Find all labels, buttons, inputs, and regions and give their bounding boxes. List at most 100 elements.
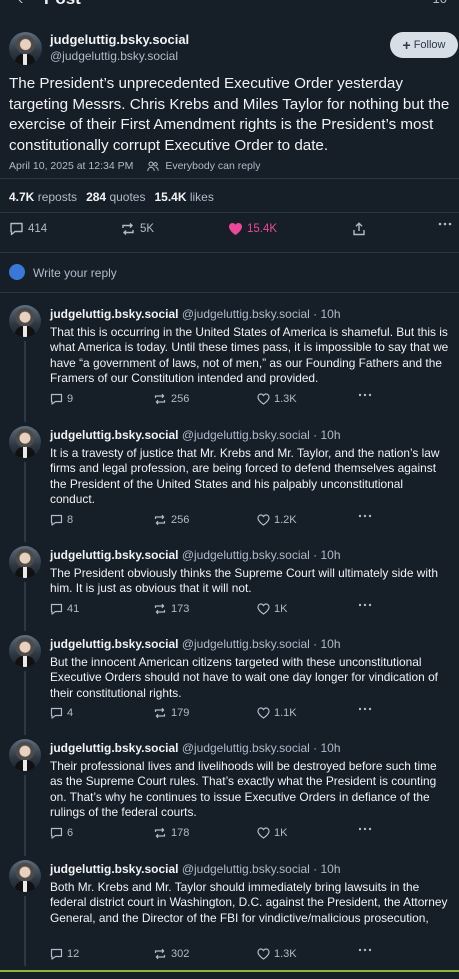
repost-button[interactable]: 173 [153, 603, 189, 615]
bottom-accent-bar [0, 970, 459, 972]
reply-icon [50, 393, 63, 405]
display-name[interactable]: judgeluttig.bsky.social [50, 428, 178, 442]
reply-placeholder: Write your reply [33, 266, 117, 280]
avatar[interactable] [9, 305, 41, 337]
repost-button[interactable]: 179 [153, 707, 189, 719]
post-text: The President’s unprecedented Executive … [9, 75, 450, 154]
plus-icon: + [402, 37, 411, 53]
reply-button[interactable]: 8 [50, 514, 73, 526]
handle-time: @judgeluttig.bsky.social · 10h [181, 637, 341, 651]
reply-icon [50, 514, 63, 526]
reply-button[interactable]: 6 [50, 827, 73, 839]
more-options-button[interactable] [358, 827, 372, 831]
post-timestamp: April 10, 2025 at 12:34 PM [9, 160, 134, 172]
more-icon [358, 948, 372, 951]
reply-text: Their professional lives and livelihoods… [50, 759, 437, 820]
reply-actions: 41 173 1K [50, 603, 390, 617]
reply-button[interactable]: 414 [9, 222, 47, 236]
repost-icon [122, 223, 134, 235]
reposts-stat[interactable]: 4.7K reposts [9, 190, 77, 204]
like-button[interactable]: 1K [257, 827, 287, 839]
reply-icon [10, 222, 23, 236]
reply-button[interactable]: 41 [50, 603, 79, 615]
thread-line [24, 582, 26, 631]
thread-line [24, 462, 26, 542]
more-icon [438, 222, 452, 226]
repost-button[interactable]: 5K [120, 222, 154, 236]
reply-count: 414 [28, 223, 48, 235]
display-name[interactable]: judgeluttig.bsky.social [50, 548, 178, 562]
more-options-button[interactable] [358, 514, 372, 518]
like-button[interactable]: 15.4K [228, 222, 277, 236]
repost-button[interactable]: 178 [153, 827, 189, 839]
avatar[interactable] [9, 635, 41, 667]
repost-icon [154, 707, 166, 719]
repost-icon [154, 514, 166, 525]
like-button[interactable]: 1.1K [257, 707, 297, 719]
more-options-button[interactable] [358, 707, 372, 711]
follow-button[interactable]: + Follow [390, 32, 458, 58]
reply-button[interactable]: 4 [50, 707, 73, 719]
reply-header: judgeluttig.bsky.social @judgeluttig.bsk… [50, 307, 341, 321]
avatar[interactable] [9, 546, 41, 578]
reply-button[interactable]: 12 [50, 948, 79, 960]
handle-time: @judgeluttig.bsky.social · 10h [181, 307, 341, 321]
user-avatar [9, 264, 25, 280]
handle[interactable]: @judgeluttig.bsky.social [50, 49, 178, 63]
repost-icon [154, 948, 166, 959]
post-actions: 414 5K 15.4K [0, 222, 459, 244]
divider [0, 212, 459, 213]
reply-header: judgeluttig.bsky.social @judgeluttig.bsk… [50, 741, 341, 755]
handle-time: @judgeluttig.bsky.social · 10h [181, 428, 341, 442]
reply-button[interactable]: 9 [50, 393, 73, 405]
reply-text: That this is occurring in the United Sta… [50, 325, 449, 386]
reply-icon [50, 827, 63, 839]
divider [0, 178, 459, 179]
repost-button[interactable]: 302 [153, 948, 189, 960]
reply-header: judgeluttig.bsky.social @judgeluttig.bsk… [50, 428, 341, 442]
reply-text: It is a travesty of justice that Mr. Kre… [50, 446, 440, 507]
reply-composer[interactable]: Write your reply [0, 262, 459, 282]
more-icon [358, 603, 372, 606]
avatar[interactable] [9, 739, 41, 771]
display-name[interactable]: judgeluttig.bsky.social [50, 637, 178, 651]
more-options-button[interactable] [438, 222, 452, 226]
reply-actions: 12 302 1.3K [50, 948, 390, 962]
avatar[interactable] [9, 32, 42, 65]
display-name[interactable]: judgeluttig.bsky.social [50, 862, 178, 876]
quotes-stat[interactable]: 284 quotes [86, 190, 145, 204]
people-icon [147, 161, 160, 172]
repost-icon [154, 603, 166, 614]
handle-time: @judgeluttig.bsky.social · 10h [181, 741, 341, 755]
more-options-button[interactable] [358, 948, 372, 952]
heart-icon [229, 223, 242, 235]
page-title: Post [44, 0, 81, 9]
repost-button[interactable]: 256 [153, 514, 189, 526]
like-button[interactable]: 1.3K [257, 393, 297, 405]
repost-button[interactable]: 256 [153, 393, 189, 405]
arrow-left-icon[interactable]: ‹ [18, 0, 23, 9]
more-options-button[interactable] [358, 393, 372, 397]
like-button[interactable]: 1.2K [257, 514, 297, 526]
like-button[interactable]: 1.3K [257, 948, 297, 960]
reply-actions: 6 178 1K [50, 827, 390, 841]
avatar[interactable] [9, 860, 41, 892]
share-button[interactable] [352, 222, 366, 236]
display-name[interactable]: judgeluttig.bsky.social [50, 32, 189, 47]
repost-icon [154, 827, 166, 838]
likes-stat[interactable]: 15.4K likes [154, 190, 213, 204]
reply-actions: 8 256 1.2K [50, 514, 390, 528]
share-icon [353, 222, 365, 236]
more-options-button[interactable] [358, 603, 372, 607]
reply-audience: Everybody can reply [165, 160, 261, 172]
divider [0, 252, 459, 253]
post-author: judgeluttig.bsky.social @judgeluttig.bsk… [0, 22, 459, 72]
like-button[interactable]: 1K [257, 603, 287, 615]
main-post: judgeluttig.bsky.social @judgeluttig.bsk… [0, 22, 459, 293]
display-name[interactable]: judgeluttig.bsky.social [50, 307, 178, 321]
avatar[interactable] [9, 426, 41, 458]
handle-time: @judgeluttig.bsky.social · 10h [181, 862, 341, 876]
post-stats: 4.7K reposts 284 quotes 15.4K likes [9, 190, 214, 204]
display-name[interactable]: judgeluttig.bsky.social [50, 741, 178, 755]
reply-text: The President obviously thinks the Supre… [50, 566, 438, 596]
